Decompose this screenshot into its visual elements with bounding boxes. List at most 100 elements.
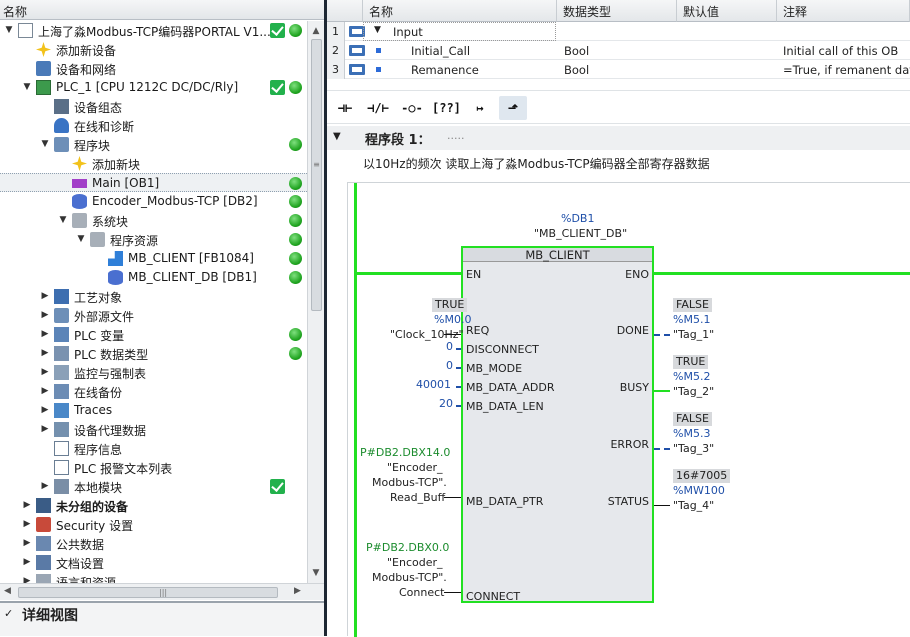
tree-item[interactable]: ▶ 设备代理数据 [0,420,307,439]
busy-tag[interactable]: "Tag_2" [673,385,714,398]
chevron-right-icon[interactable]: ▶ [40,328,50,340]
tree-item[interactable]: ▶ 在线备份 [0,382,307,401]
param-type[interactable]: Bool [564,63,589,77]
instance-db-name[interactable]: "MB_CLIENT_DB" [534,227,627,240]
chevron-right-icon[interactable]: ▶ [40,309,50,321]
tree-item[interactable]: ▶ 监控与强制表 [0,363,307,382]
status-tag[interactable]: "Tag_4" [673,499,714,512]
tree-item[interactable]: ▶ Traces [0,401,307,420]
hscroll-thumb[interactable]: ||| [18,587,278,598]
chevron-right-icon[interactable]: ▶ [40,385,50,397]
tree-horizontal-scrollbar[interactable]: ◀ ||| ▶ [0,583,324,600]
chevron-down-icon[interactable]: ▼ [76,233,86,245]
close-branch-button[interactable]: ⬏ [499,96,527,120]
mb-mode-actual[interactable]: 0 [446,359,453,372]
tree-item[interactable]: ▶ 公共数据 [0,534,307,553]
chevron-right-icon[interactable]: ▶ [40,480,50,492]
open-branch-button[interactable]: ↦ [466,96,494,120]
error-address[interactable]: %M5.3 [673,427,710,440]
tree-vertical-scrollbar[interactable]: ▲ ≡ ▼ [307,21,324,583]
tree-item[interactable]: ▶ 语言和资源 [0,572,307,583]
tree-item[interactable]: Encoder_Modbus-TCP [DB2] [0,192,307,211]
instance-db-address[interactable]: %DB1 [561,212,594,225]
col-head-name[interactable]: 名称 [363,0,557,22]
col-head-type[interactable]: 数据类型 [557,0,677,22]
tree-item[interactable]: 设备和网络 [0,59,307,78]
tree-item[interactable]: ▶ 文档设置 [0,553,307,572]
req-address[interactable]: %M0.0 [434,313,471,326]
scroll-left-icon[interactable]: ◀ [4,586,11,596]
chevron-right-icon[interactable]: ▶ [22,575,32,583]
mb-client-block[interactable]: MB_CLIENT EN REQ DISCONNECT MB_MODE MB_D… [461,246,654,603]
busy-address[interactable]: %M5.2 [673,370,710,383]
chevron-right-icon[interactable]: ▶ [40,423,50,435]
tree-item[interactable]: MB_CLIENT_DB [DB1] [0,268,307,287]
param-type[interactable]: Bool [564,44,589,58]
chevron-down-icon[interactable]: ▼ [58,214,68,226]
tree-item[interactable]: ▶ 本地模块 [0,477,307,496]
chevron-down-icon[interactable]: ▼ [22,81,32,93]
chevron-right-icon[interactable]: ▶ [40,404,50,416]
chevron-right-icon[interactable]: ▶ [22,499,32,511]
tree-item[interactable]: 添加新块 [0,154,307,173]
tree-item[interactable]: ▼ 程序资源 [0,230,307,249]
interface-row[interactable]: 1 ▼ Input [327,22,910,41]
tree-item[interactable]: ▶ Security 设置 [0,515,307,534]
tree-item[interactable]: Main [OB1] [0,173,307,192]
mb-data-ptr-line2[interactable]: Modbus-TCP". [372,476,447,489]
nc-contact-button[interactable]: ⊣/⊢ [364,96,392,120]
chevron-right-icon[interactable]: ▶ [22,537,32,549]
mb-data-ptr-address[interactable]: P#DB2.DBX14.0 [360,446,450,459]
status-address[interactable]: %MW100 [673,484,725,497]
chevron-down-icon[interactable]: ▼ [4,24,14,36]
chevron-right-icon[interactable]: ▶ [22,518,32,530]
chevron-down-icon[interactable]: ▼ [40,138,50,150]
error-tag[interactable]: "Tag_3" [673,442,714,455]
empty-box-button[interactable]: [??] [432,96,461,120]
chevron-down-icon[interactable]: ▼ [374,25,381,35]
mb-data-addr-actual[interactable]: 40001 [416,378,451,391]
tree-item[interactable]: ▶ PLC 变量 [0,325,307,344]
tree-item[interactable]: ▶ 工艺对象 [0,287,307,306]
done-address[interactable]: %M5.1 [673,313,710,326]
tree-item[interactable]: ▼ 程序块 [0,135,307,154]
chevron-down-icon[interactable]: ▼ [333,131,341,142]
tree-item[interactable]: MB_CLIENT [FB1084] [0,249,307,268]
param-name[interactable]: Initial_Call [411,44,470,58]
scroll-thumb[interactable] [311,39,322,311]
connect-address[interactable]: P#DB2.DBX0.0 [366,541,449,554]
done-tag[interactable]: "Tag_1" [673,328,714,341]
tree-item[interactable]: ▶ 未分组的设备 [0,496,307,515]
network-title-row[interactable]: ▼ 程序段 1： ..... [327,126,910,150]
chevron-down-icon[interactable]: ✓ [4,607,13,620]
mb-data-len-actual[interactable]: 20 [439,397,453,410]
tree-item[interactable]: ▼ 系统块 [0,211,307,230]
chevron-right-icon[interactable]: ▶ [40,347,50,359]
param-comment[interactable]: =True, if remanent data [783,63,910,77]
scroll-right-icon[interactable]: ▶ [294,586,301,596]
network-title-comment[interactable]: ..... [447,129,464,142]
interface-row[interactable]: 2 Initial_Call Bool Initial call of this… [327,41,910,60]
tree-item[interactable]: ▼ PLC_1 [CPU 1212C DC/DC/Rly] [0,78,307,97]
tree-item[interactable]: 添加新设备 [0,40,307,59]
mb-data-ptr-line1[interactable]: "Encoder_ [387,461,443,474]
param-comment[interactable]: Initial call of this OB [783,44,910,58]
tree-item[interactable]: 设备组态 [0,97,307,116]
param-name[interactable]: Input [393,25,423,39]
connect-line2[interactable]: Modbus-TCP". [372,571,447,584]
tree-item[interactable]: 在线和诊断 [0,116,307,135]
param-name[interactable]: Remanence [411,63,479,77]
tree-item[interactable]: PLC 报警文本列表 [0,458,307,477]
scroll-down-icon[interactable]: ▼ [310,567,322,579]
disconnect-actual[interactable]: 0 [446,340,453,353]
no-contact-button[interactable]: ⊣⊢ [331,96,359,120]
tree-item[interactable]: ▶ 外部源文件 [0,306,307,325]
tree-item[interactable]: 程序信息 [0,439,307,458]
connect-line3[interactable]: Connect [399,586,444,599]
tree-item[interactable]: ▶ PLC 数据类型 [0,344,307,363]
chevron-right-icon[interactable]: ▶ [40,366,50,378]
col-head-comment[interactable]: 注释 [777,0,910,22]
chevron-right-icon[interactable]: ▶ [40,290,50,302]
coil-button[interactable]: -○- [398,96,426,120]
mb-data-ptr-line3[interactable]: Read_Buff [390,491,445,504]
